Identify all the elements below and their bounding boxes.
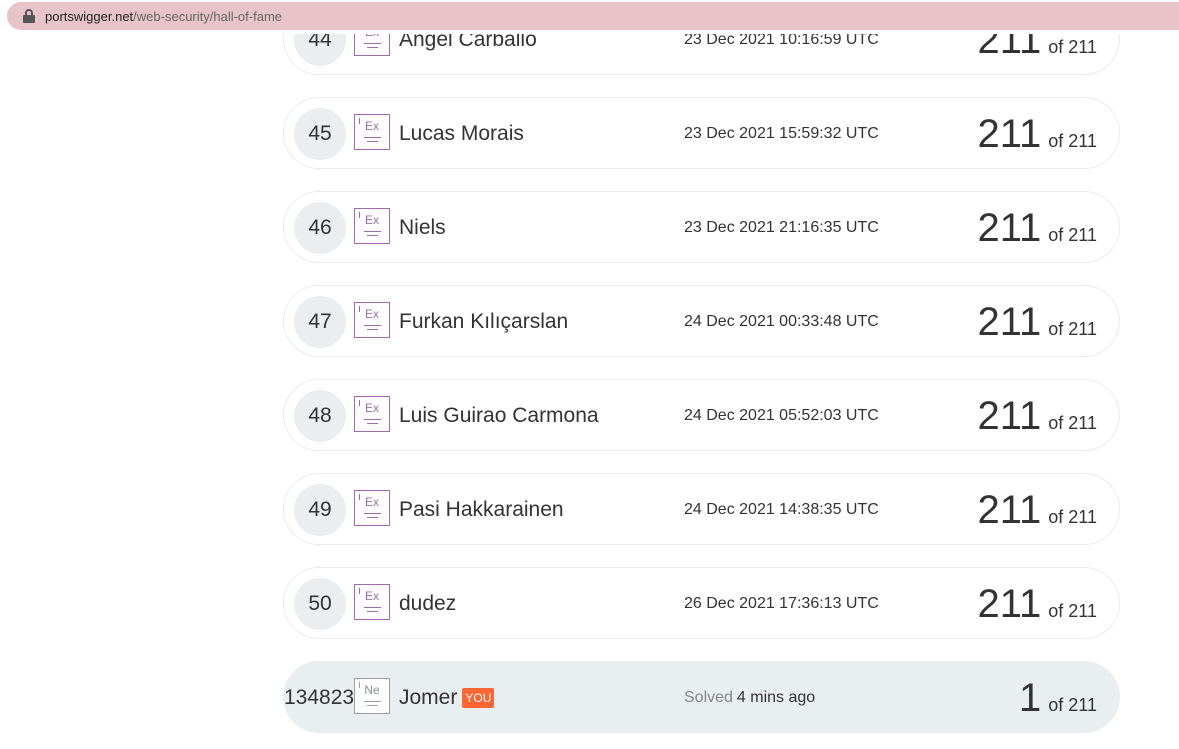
total-count: of 211 <box>1048 695 1097 715</box>
rank-number: 47 <box>294 296 346 348</box>
url-text: portswigger.net/web-security/hall-of-fam… <box>45 9 282 24</box>
leaderboard-row: 49 Ex Pasi Hakkarainen 24 Dec 2021 14:38… <box>283 473 1120 545</box>
novice-level-icon: Ne <box>354 678 390 714</box>
score: 211 of 211 <box>978 568 1098 640</box>
browser-address-bar[interactable]: portswigger.net/web-security/hall-of-fam… <box>0 0 1179 34</box>
solved-prefix: Solved <box>684 689 733 706</box>
expert-level-icon: Ex <box>354 114 390 150</box>
user-name[interactable]: Jomer YOU <box>399 662 495 734</box>
user-name-text: Jomer <box>399 686 458 709</box>
rank-number: 50 <box>294 578 346 630</box>
total-count: of 211 <box>1048 601 1097 621</box>
lock-icon[interactable] <box>23 9 35 23</box>
completion-date: 24 Dec 2021 14:38:35 UTC <box>684 501 879 518</box>
score: 211 of 211 <box>978 380 1098 452</box>
total-count: of 211 <box>1048 131 1097 151</box>
solved-status: Solved 4 mins ago <box>684 662 815 734</box>
badge-abbr: Ex <box>364 119 379 133</box>
rank-number: 45 <box>294 108 346 160</box>
url-path: /web-security/hall-of-fame <box>133 8 282 24</box>
current-user-row: 134823 Ne Jomer YOU Solved 4 mins ago 1 of … <box>283 661 1120 733</box>
leaderboard-row: 47 Ex Furkan Kılıçarslan 24 Dec 2021 00:… <box>283 285 1120 357</box>
rank-number: 49 <box>294 484 346 536</box>
completion-date: 23 Dec 2021 15:59:32 UTC <box>684 125 879 142</box>
solved-count: 211 <box>977 582 1042 626</box>
solved-count: 211 <box>977 206 1042 250</box>
expert-level-icon: Ex <box>354 490 390 526</box>
you-badge: YOU <box>462 688 495 708</box>
solved-count: 211 <box>977 394 1042 438</box>
user-name[interactable]: Pasi Hakkarainen <box>399 474 564 546</box>
leaderboard-row: 45 Ex Lucas Morais 23 Dec 2021 15:59:32 … <box>283 97 1120 169</box>
total-count: of 211 <box>1048 225 1097 245</box>
solved-count: 211 <box>977 300 1042 344</box>
user-name[interactable]: Luis Guirao Carmona <box>399 380 599 452</box>
user-name[interactable]: dudez <box>399 568 456 640</box>
badge-abbr: Ex <box>364 495 379 509</box>
leaderboard-row: 46 Ex Niels 23 Dec 2021 21:16:35 UTC 211… <box>283 191 1120 263</box>
badge-abbr: Ne <box>364 683 380 697</box>
completion-date: 23 Dec 2021 21:16:35 UTC <box>684 219 879 236</box>
rank-number: 48 <box>294 390 346 442</box>
badge-abbr: Ex <box>364 213 379 227</box>
badge-abbr: Ex <box>364 307 379 321</box>
expert-level-icon: Ex <box>354 208 390 244</box>
expert-level-icon: Ex <box>354 396 390 432</box>
score: 211 of 211 <box>978 192 1098 264</box>
score: 211 of 211 <box>978 286 1098 358</box>
solved-count: 1 <box>1019 676 1042 720</box>
score: 211 of 211 <box>978 98 1098 170</box>
user-name[interactable]: Furkan Kılıçarslan <box>399 286 568 358</box>
total-count: of 211 <box>1048 507 1097 527</box>
user-name[interactable]: Niels <box>399 192 446 264</box>
expert-level-icon: Ex <box>354 302 390 338</box>
leaderboard-row: 50 Ex dudez 26 Dec 2021 17:36:13 UTC 211… <box>283 567 1120 639</box>
rank-number: 46 <box>294 202 346 254</box>
url-field[interactable]: portswigger.net/web-security/hall-of-fam… <box>7 2 1179 30</box>
total-count: of 211 <box>1048 413 1097 433</box>
badge-abbr: Ex <box>364 589 379 603</box>
completion-date: 24 Dec 2021 00:33:48 UTC <box>684 313 879 330</box>
total-count: of 211 <box>1048 37 1097 57</box>
total-count: of 211 <box>1048 319 1097 339</box>
expert-level-icon: Ex <box>354 584 390 620</box>
solved-count: 211 <box>977 112 1042 156</box>
leaderboard-row: 48 Ex Luis Guirao Carmona 24 Dec 2021 05… <box>283 379 1120 451</box>
solved-count: 211 <box>977 488 1042 532</box>
score: 1 of 211 <box>1019 662 1097 734</box>
score: 211 of 211 <box>978 474 1098 546</box>
user-name[interactable]: Lucas Morais <box>399 98 524 170</box>
completion-date: 24 Dec 2021 05:52:03 UTC <box>684 407 879 424</box>
completion-date: 26 Dec 2021 17:36:13 UTC <box>684 595 879 612</box>
solved-when: 4 mins ago <box>736 689 816 706</box>
rank-number: 134823 <box>284 686 355 709</box>
url-host: portswigger.net <box>45 8 134 24</box>
badge-abbr: Ex <box>364 401 379 415</box>
